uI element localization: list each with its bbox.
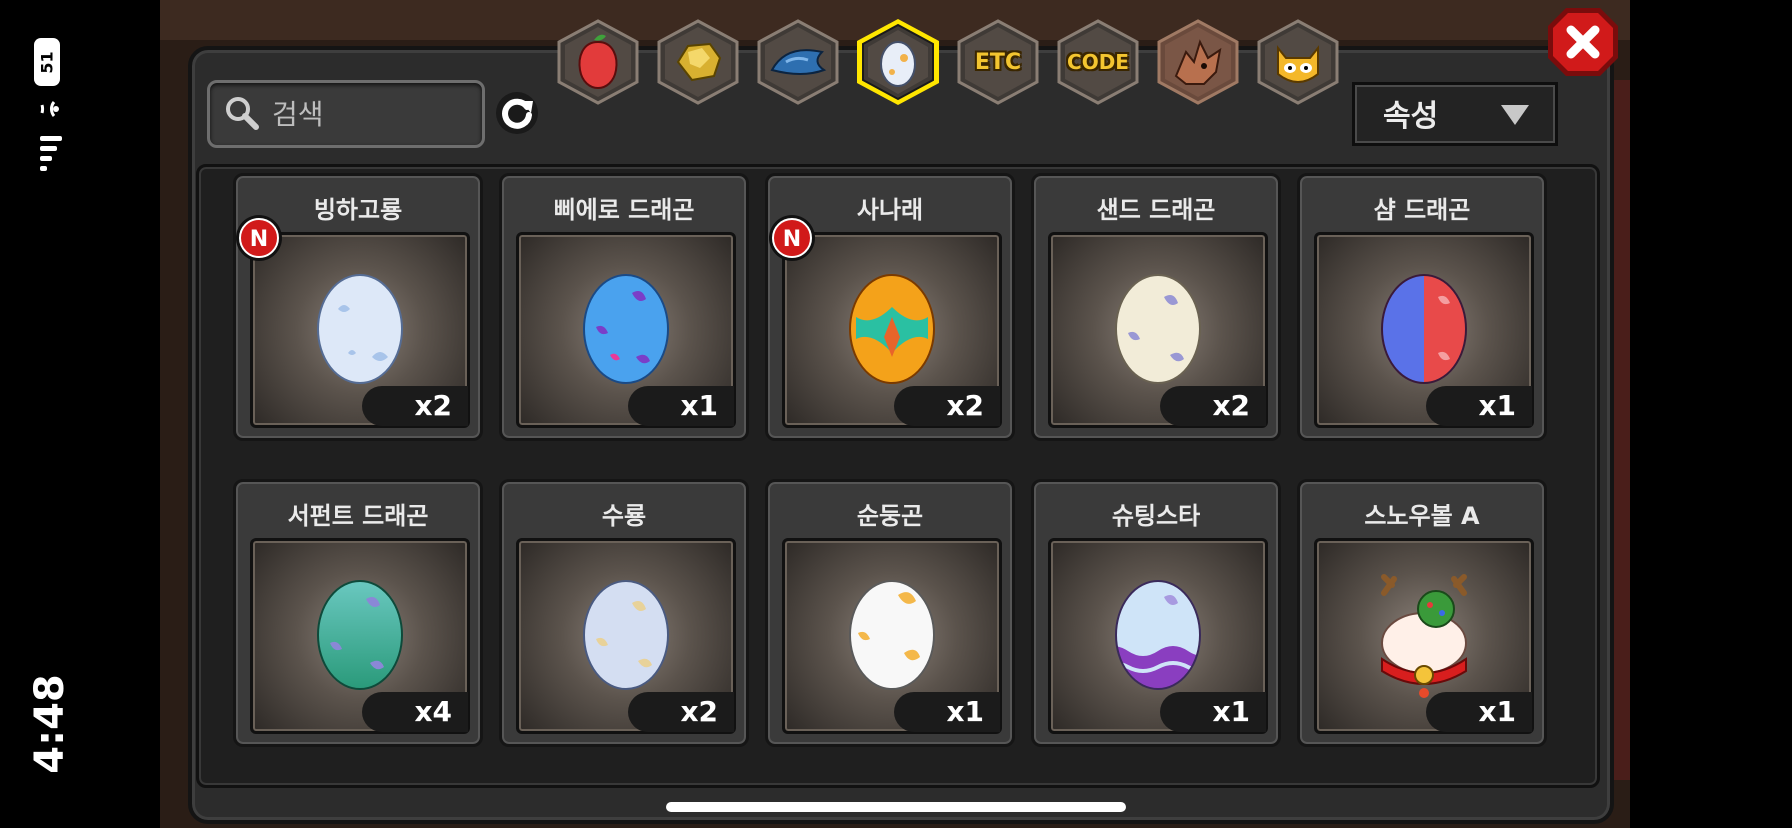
item-card[interactable]: 수룡 x2 [499,479,749,747]
dragon-scale-icon [770,49,827,75]
tab-scale[interactable] [756,18,840,106]
tab-code[interactable]: CODE [1056,18,1140,106]
search-box[interactable] [207,80,485,148]
item-card[interactable]: 스노우볼 A x1 [1297,479,1547,747]
status-bar: 51 4:48 [0,0,100,828]
etc-icon: ETC [956,18,1040,106]
sort-dropdown-label: 속성 [1383,99,1439,134]
egg-icon [880,41,916,87]
item-card[interactable]: 슈팅스타 x1 [1031,479,1281,747]
refresh-icon[interactable] [494,90,540,136]
new-badge: N [769,215,815,261]
new-badge-label: N [783,227,801,252]
new-badge-label: N [250,227,268,252]
tab-code-label: CODE [1067,50,1129,74]
gold-ore-icon [676,42,722,82]
item-card[interactable]: 순둥곤 x1 [765,479,1015,747]
tab-fruit[interactable] [556,18,640,106]
item-count: x1 [1426,692,1532,732]
wifi-icon [40,101,59,117]
item-count: x4 [362,692,468,732]
sanarae-egg-icon [849,274,935,384]
new-badge: N [236,215,282,261]
tab-monster[interactable] [1256,18,1340,106]
item-count: x1 [894,692,1000,732]
item-count: x2 [894,386,1000,426]
search-input[interactable] [270,91,474,137]
siam-egg-icon [1381,274,1467,384]
item-name: 순둥곤 [856,502,924,530]
tab-dragon[interactable] [1156,18,1240,106]
item-card[interactable]: 샴 드래곤 x1 [1297,173,1547,441]
item-card[interactable]: 샌드 드래곤 x2 [1031,173,1281,441]
item-card[interactable]: 삐에로 드래곤 x1 [499,173,749,441]
item-name: 샌드 드래곤 [1096,196,1216,224]
snowball-costume-icon [1381,574,1467,698]
tab-egg[interactable] [856,18,940,106]
code-icon: CODE [1056,18,1140,106]
gentle-egg-icon [849,580,935,690]
chevron-down-icon [1501,105,1529,125]
item-name: 샴 드래곤 [1373,196,1471,224]
item-count: x1 [1426,386,1532,426]
water-egg-icon [583,580,669,690]
cellular-signal-icon [40,136,62,176]
item-name: 삐에로 드래곤 [553,196,695,224]
battery-level: 51 [37,50,57,74]
item-name: 수룡 [601,502,647,530]
shootingstar-egg-icon [1115,580,1201,690]
item-name: 스노우볼 A [1364,502,1480,530]
tab-etc[interactable]: ETC [956,18,1040,106]
sand-egg-icon [1115,274,1201,384]
tab-ore[interactable] [656,18,740,106]
item-name: 서펀트 드래곤 [287,502,429,530]
status-time: 4:48 [27,674,73,774]
close-button[interactable] [1546,6,1620,78]
fruit-icon [578,34,618,90]
dragon-head-icon [1174,39,1222,85]
item-name: 슈팅스타 [1111,502,1201,530]
ice-egg-icon [317,274,403,384]
monster-icon [1277,45,1319,83]
search-icon [226,97,259,130]
sort-dropdown[interactable]: 속성 [1352,82,1558,146]
battery-icon: 51 [34,38,60,86]
item-count: x2 [362,386,468,426]
item-grid: 빙하고룡 x2 삐에로 드래곤 x1 사나래 x2 샌드 드래곤 x2 샴 드래… [196,164,1600,788]
pierrot-egg-icon [583,274,669,384]
item-count: x2 [1160,386,1266,426]
item-count: x1 [628,386,734,426]
item-count: x2 [628,692,734,732]
home-indicator[interactable] [666,802,1126,812]
tab-etc-label: ETC [974,49,1022,75]
item-card[interactable]: 서펀트 드래곤 x4 [233,479,483,747]
serpent-egg-icon [317,580,403,690]
item-count: x1 [1160,692,1266,732]
